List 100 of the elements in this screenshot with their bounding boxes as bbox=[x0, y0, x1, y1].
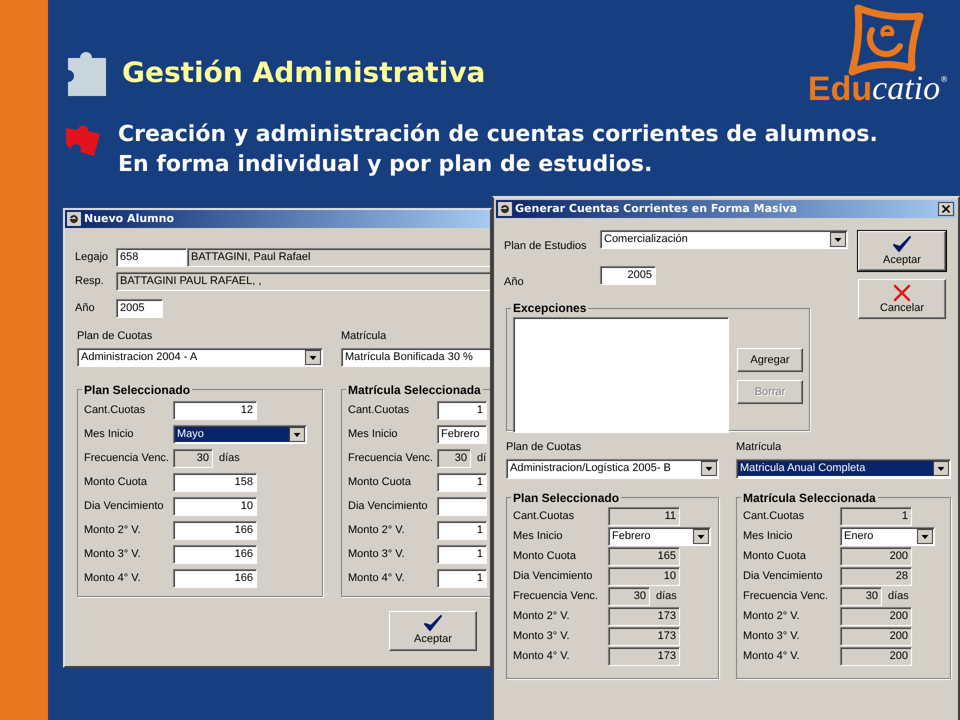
field-label: Cant.Cuotas bbox=[743, 509, 806, 524]
dialog-button[interactable]: Cancelar bbox=[858, 279, 946, 319]
input-field[interactable]: 1 bbox=[437, 545, 487, 564]
unit-label: días bbox=[888, 589, 909, 604]
input-field[interactable]: 1 bbox=[437, 521, 487, 540]
group-title: Excepciones bbox=[512, 300, 588, 317]
group-title: Matrícula Seleccionada bbox=[347, 382, 482, 398]
field-label: Monto 4° V. bbox=[348, 571, 406, 586]
app-icon bbox=[67, 212, 81, 226]
field-label: Mes Inicio bbox=[348, 427, 399, 442]
unit-label: dí bbox=[477, 451, 486, 466]
readonly-field: 28 bbox=[840, 567, 912, 586]
group-title: Plan Seleccionado bbox=[512, 490, 620, 506]
slide-title: Gestión Administrativa bbox=[122, 55, 486, 91]
unit-label: días bbox=[656, 589, 677, 604]
readonly-field: 1 bbox=[840, 507, 912, 526]
bullet-text: Creación y administración de cuentas corrientes de alumnos. En forma individual y por plan de estudios. bbox=[118, 121, 879, 179]
dropdown[interactable]: Administracion 2004 - A bbox=[77, 348, 323, 366]
dropdown[interactable]: Enero bbox=[840, 527, 935, 546]
field-label: Monto 3° V. bbox=[348, 547, 406, 562]
input-field[interactable]: 1 bbox=[437, 569, 487, 588]
group-title: Plan Seleccionado bbox=[83, 382, 192, 398]
field-label: Cant.Cuotas bbox=[513, 509, 576, 524]
app-icon bbox=[498, 202, 512, 216]
input-field[interactable]: 10 bbox=[173, 497, 257, 516]
field-label: Año bbox=[75, 301, 96, 316]
group-title: Matrícula Seleccionada bbox=[742, 490, 877, 506]
input-field[interactable]: 12 bbox=[173, 401, 257, 420]
field-label: Monto 4° V. bbox=[84, 571, 142, 586]
readonly-field: 200 bbox=[840, 627, 912, 646]
field-label: Monto 3° V. bbox=[743, 629, 801, 644]
readonly-field: 11 bbox=[608, 507, 680, 526]
input-field[interactable] bbox=[437, 497, 487, 516]
readonly-field: 10 bbox=[608, 567, 680, 586]
input-field[interactable]: 1 bbox=[437, 401, 487, 420]
field-label: Monto 2° V. bbox=[513, 609, 571, 624]
readonly-field: 200 bbox=[840, 607, 912, 626]
field-label: Año bbox=[504, 274, 525, 290]
dropdown[interactable]: Matricula Anual Completa bbox=[736, 458, 951, 478]
input-field[interactable]: 158 bbox=[173, 473, 257, 492]
field-label: Plan de Cuotas bbox=[506, 440, 582, 455]
readonly-field: BATTAGINI, Paul Rafael bbox=[187, 248, 490, 267]
input-field[interactable]: 2005 bbox=[600, 266, 656, 284]
readonly-field: 200 bbox=[840, 547, 912, 566]
field-label: Resp. bbox=[75, 274, 105, 290]
dialog-button[interactable]: Agregar bbox=[737, 348, 803, 372]
field-label: Monto Cuota bbox=[743, 549, 807, 564]
field-label: Monto Cuota bbox=[84, 475, 148, 490]
close-icon[interactable] bbox=[938, 202, 954, 216]
input-field[interactable]: 166 bbox=[173, 521, 257, 540]
dropdown[interactable]: Febrero bbox=[437, 425, 487, 444]
field-label: Plan de Estudios bbox=[504, 239, 588, 254]
readonly-field: 173 bbox=[608, 627, 680, 646]
input-field[interactable]: 166 bbox=[173, 569, 257, 588]
readonly-field: BATTAGINI PAUL RAFAEL, , bbox=[116, 272, 490, 291]
input-field[interactable]: 166 bbox=[173, 545, 257, 564]
readonly-field: 200 bbox=[840, 647, 912, 666]
dialog-button[interactable]: Aceptar bbox=[389, 610, 477, 650]
field-label: Monto 3° V. bbox=[513, 629, 571, 644]
field-label: Matrícula bbox=[341, 329, 388, 344]
window-title: Nuevo Alumno bbox=[84, 210, 174, 227]
field-label: Dia Vencimiento bbox=[743, 569, 824, 584]
field-label: Legajo bbox=[75, 250, 110, 266]
dropdown[interactable]: Administracion/Logística 2005- B bbox=[506, 458, 719, 478]
input-field[interactable]: 2005 bbox=[116, 299, 163, 318]
dropdown[interactable]: Comercialización bbox=[600, 230, 848, 249]
field-label: Frecuencia Venc. bbox=[84, 451, 170, 466]
field-label: Dia Vencimiento bbox=[513, 569, 594, 584]
field-label: Monto Cuota bbox=[348, 475, 412, 490]
unit-label: días bbox=[219, 451, 240, 466]
field-label: Monto 2° V. bbox=[84, 523, 142, 538]
checkmark-icon bbox=[423, 615, 443, 633]
readonly-field: 30 bbox=[608, 587, 650, 606]
field-label: Monto 4° V. bbox=[513, 649, 571, 664]
list-box[interactable] bbox=[513, 317, 729, 433]
field-label: Cant.Cuotas bbox=[84, 403, 146, 418]
input-field[interactable]: 658 bbox=[116, 248, 187, 267]
dropdown[interactable]: Matrícula Bonificada 30 % bbox=[341, 348, 490, 366]
readonly-field: 165 bbox=[608, 547, 680, 566]
readonly-field: 30 bbox=[437, 449, 471, 468]
field-label: Frecuencia Venc. bbox=[513, 589, 599, 604]
field-label: Dia Vencimiento bbox=[84, 499, 164, 514]
field-label: Mes Inicio bbox=[513, 529, 564, 544]
readonly-field: 30 bbox=[840, 587, 882, 606]
field-label: Plan de Cuotas bbox=[77, 329, 154, 344]
field-label: Monto Cuota bbox=[513, 549, 577, 564]
dropdown[interactable]: Febrero bbox=[608, 527, 711, 546]
field-label: Monto 2° V. bbox=[743, 609, 801, 624]
dropdown[interactable]: Mayo bbox=[173, 425, 307, 444]
field-label: Frecuencia Venc. bbox=[348, 451, 434, 466]
field-label: Monto 4° V. bbox=[743, 649, 801, 664]
logo-wordmark: Educatio® bbox=[808, 74, 948, 104]
input-field[interactable]: 1 bbox=[437, 473, 487, 492]
checkmark-icon bbox=[892, 236, 912, 254]
readonly-field: 173 bbox=[608, 607, 680, 626]
field-label: Matrícula bbox=[736, 440, 782, 455]
cross-icon bbox=[892, 284, 912, 302]
readonly-field: 173 bbox=[608, 647, 680, 666]
field-label: Frecuencia Venc. bbox=[743, 589, 829, 604]
dialog-button[interactable]: Aceptar bbox=[858, 231, 946, 271]
